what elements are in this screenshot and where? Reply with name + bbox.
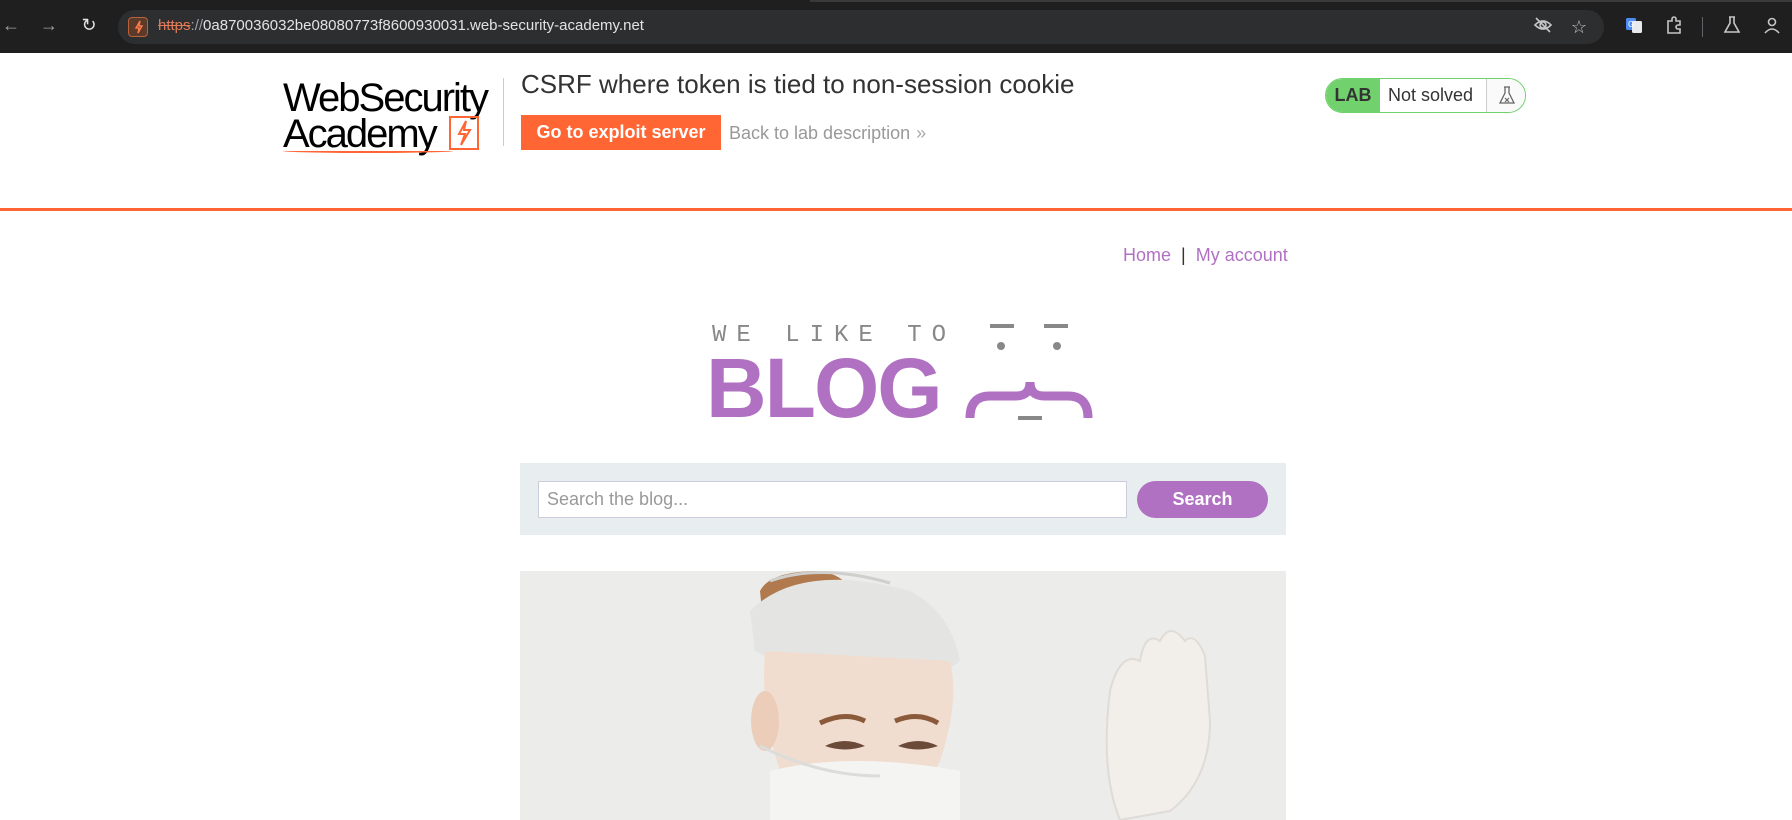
reload-icon[interactable]: ↻ bbox=[78, 14, 100, 36]
curly-face-icon bbox=[965, 324, 1093, 420]
nav-my-account-link[interactable]: My account bbox=[1196, 245, 1288, 265]
back-link-label: Back to lab description bbox=[729, 123, 911, 143]
logo-swoosh bbox=[283, 149, 453, 153]
profile-icon[interactable] bbox=[1760, 15, 1784, 39]
lab-status-text: Not solved bbox=[1388, 85, 1474, 105]
back-to-lab-description-link[interactable]: Back to lab description» bbox=[729, 123, 926, 144]
forward-icon[interactable]: → bbox=[38, 14, 60, 36]
bolt-icon bbox=[449, 116, 479, 150]
labs-icon[interactable] bbox=[1720, 15, 1744, 39]
web-security-academy-logo[interactable]: WebSecurity Academy bbox=[283, 76, 503, 156]
banner-title: BLOG bbox=[706, 341, 943, 435]
tab-strip bbox=[810, 0, 1792, 2]
nav-separator: | bbox=[1181, 245, 1186, 265]
flask-icon bbox=[1486, 79, 1525, 112]
site-nav: Home | My account bbox=[1123, 245, 1288, 266]
go-to-exploit-server-button[interactable]: Go to exploit server bbox=[521, 115, 721, 150]
lab-title: CSRF where token is tied to non-session … bbox=[521, 69, 1075, 99]
search-input[interactable]: Search the blog... bbox=[538, 481, 1127, 518]
translate-icon[interactable]: G bbox=[1622, 15, 1646, 39]
extensions-icon[interactable] bbox=[1662, 15, 1686, 39]
blog-banner: WE LIKE TO BLOG bbox=[700, 310, 1100, 435]
search-button[interactable]: Search bbox=[1137, 481, 1268, 518]
header-divider bbox=[503, 78, 504, 146]
site-info-icon[interactable] bbox=[128, 17, 148, 37]
star-icon[interactable]: ☆ bbox=[1567, 15, 1591, 39]
toolbar-divider bbox=[1702, 17, 1703, 37]
url-text[interactable]: https://0a870036032be08080773f8600930031… bbox=[158, 17, 644, 34]
lab-status-widget: LAB Not solved bbox=[1325, 78, 1526, 113]
eye-off-icon[interactable] bbox=[1531, 15, 1555, 39]
lab-tag: LAB bbox=[1326, 79, 1380, 112]
nav-home-link[interactable]: Home bbox=[1123, 245, 1171, 265]
blog-post-image[interactable] bbox=[520, 571, 1286, 820]
back-icon[interactable]: ← bbox=[0, 14, 22, 36]
svg-text:G: G bbox=[1628, 20, 1634, 29]
chevron-right-icon: » bbox=[916, 123, 927, 143]
